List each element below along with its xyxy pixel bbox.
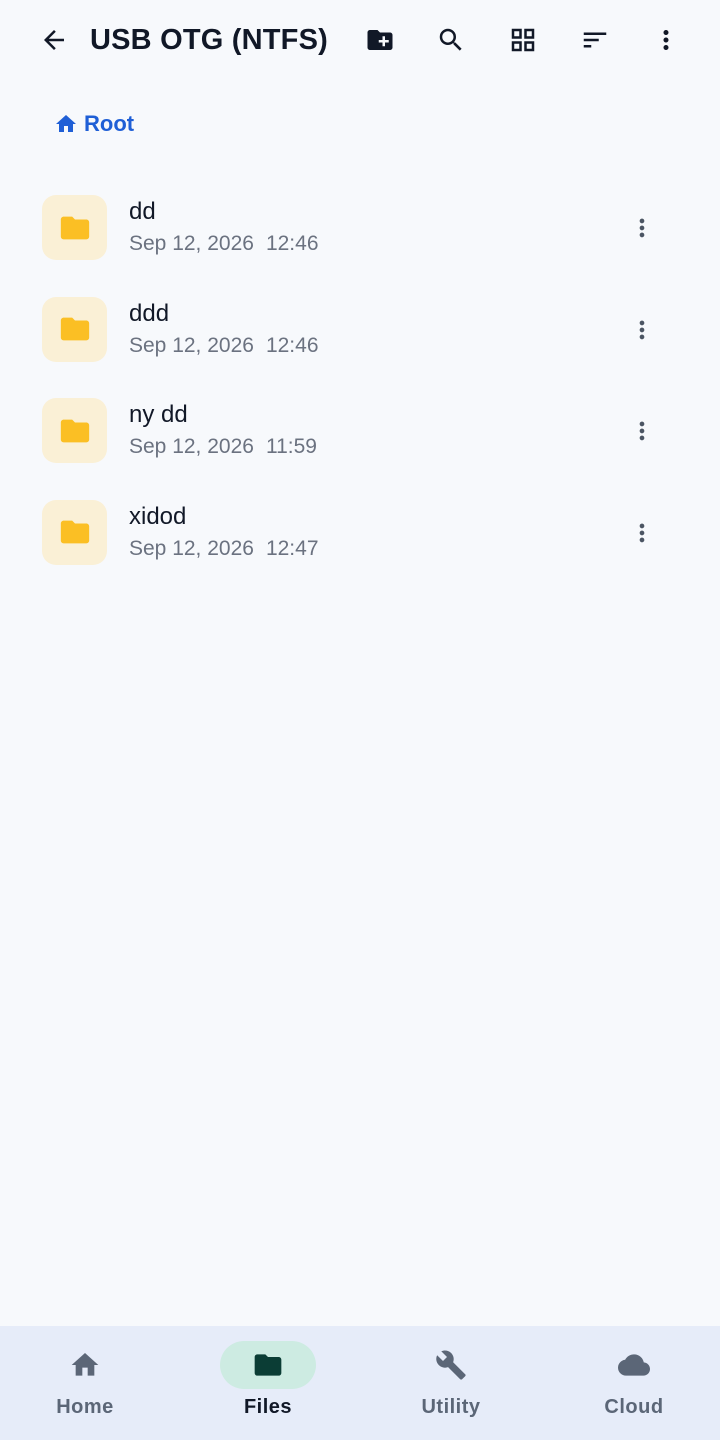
breadcrumb-root[interactable]: Root bbox=[54, 108, 134, 140]
item-more-button[interactable] bbox=[620, 407, 664, 455]
list-item[interactable]: xidod Sep 12, 2026 12:47 bbox=[0, 481, 720, 583]
nav-label: Utility bbox=[421, 1396, 481, 1418]
item-more-button[interactable] bbox=[620, 509, 664, 557]
folder-thumbnail bbox=[42, 195, 107, 260]
file-list: dd Sep 12, 2026 12:46 ddd Sep 12, 2026 1… bbox=[0, 176, 720, 582]
grid-view-button[interactable] bbox=[499, 16, 547, 64]
create-folder-icon bbox=[367, 30, 393, 50]
folder-icon bbox=[60, 216, 89, 239]
nav-item-cloud[interactable]: Cloud bbox=[544, 1326, 720, 1440]
file-date: Sep 12, 2026 bbox=[129, 435, 254, 458]
folder-icon bbox=[60, 520, 89, 544]
more-vert-icon bbox=[639, 218, 645, 238]
nav-label: Files bbox=[243, 1396, 293, 1418]
file-modified: Sep 12, 2026 11:59 bbox=[129, 435, 317, 459]
more-vert-icon bbox=[639, 320, 645, 339]
breadcrumb-label: Root bbox=[84, 111, 135, 136]
search-icon bbox=[439, 28, 462, 51]
folder-icon bbox=[60, 419, 89, 442]
file-name: dd bbox=[129, 198, 156, 225]
file-date: Sep 12, 2026 bbox=[129, 333, 254, 357]
item-more-button[interactable] bbox=[620, 204, 664, 252]
nav-item-files[interactable]: Files bbox=[178, 1326, 358, 1440]
file-name: ny dd bbox=[129, 401, 188, 428]
back-button[interactable] bbox=[30, 16, 78, 64]
grid-view-icon bbox=[511, 28, 535, 52]
nav-item-utility[interactable]: Utility bbox=[361, 1326, 541, 1440]
cloud-icon bbox=[618, 1354, 650, 1376]
folder-icon bbox=[254, 1354, 282, 1376]
folder-thumbnail bbox=[42, 296, 107, 362]
home-icon bbox=[71, 1353, 99, 1376]
file-date: Sep 12, 2026 bbox=[129, 232, 254, 255]
file-name: ddd bbox=[129, 299, 170, 327]
more-vert-icon bbox=[663, 30, 669, 50]
nav-pill bbox=[403, 1341, 499, 1389]
file-time: 12:46 bbox=[265, 232, 319, 255]
file-date: Sep 12, 2026 bbox=[129, 536, 254, 560]
nav-pill bbox=[586, 1341, 682, 1389]
app-screen: USB OTG (NTFS) Root dd Sep 12, 2026 12:4… bbox=[0, 0, 720, 1440]
file-modified: Sep 12, 2026 12:46 bbox=[129, 232, 319, 256]
folder-thumbnail bbox=[42, 398, 107, 463]
file-modified: Sep 12, 2026 12:47 bbox=[129, 537, 319, 561]
page-title: USB OTG (NTFS) bbox=[90, 24, 329, 56]
more-options-button[interactable] bbox=[642, 16, 690, 64]
file-time: 11:59 bbox=[265, 435, 317, 458]
nav-pill-active bbox=[220, 1341, 316, 1389]
item-more-button[interactable] bbox=[620, 306, 664, 354]
arrow-back-icon bbox=[44, 30, 64, 50]
nav-pill bbox=[37, 1341, 133, 1389]
list-item[interactable]: ny dd Sep 12, 2026 11:59 bbox=[0, 379, 720, 481]
folder-icon bbox=[60, 317, 89, 341]
nav-label: Home bbox=[56, 1396, 114, 1418]
file-time: 12:46 bbox=[265, 333, 319, 357]
top-app-bar: USB OTG (NTFS) bbox=[0, 0, 720, 80]
list-item[interactable]: dd Sep 12, 2026 12:46 bbox=[0, 176, 720, 278]
folder-thumbnail bbox=[42, 499, 107, 565]
wrench-icon bbox=[436, 1350, 466, 1380]
bottom-navigation: Home Files Utility Cloud bbox=[0, 1326, 720, 1440]
file-modified: Sep 12, 2026 12:46 bbox=[129, 334, 319, 358]
more-vert-icon bbox=[639, 421, 645, 441]
nav-item-home[interactable]: Home bbox=[0, 1326, 175, 1440]
sort-button[interactable] bbox=[571, 16, 619, 64]
create-folder-button[interactable] bbox=[356, 16, 404, 64]
home-icon bbox=[56, 115, 76, 132]
sort-icon bbox=[583, 32, 607, 48]
file-name: xidod bbox=[129, 502, 187, 530]
nav-label: Cloud bbox=[604, 1396, 664, 1418]
search-button[interactable] bbox=[427, 16, 475, 64]
file-time: 12:47 bbox=[265, 536, 319, 560]
list-item[interactable]: ddd Sep 12, 2026 12:46 bbox=[0, 278, 720, 380]
more-vert-icon bbox=[639, 523, 645, 542]
